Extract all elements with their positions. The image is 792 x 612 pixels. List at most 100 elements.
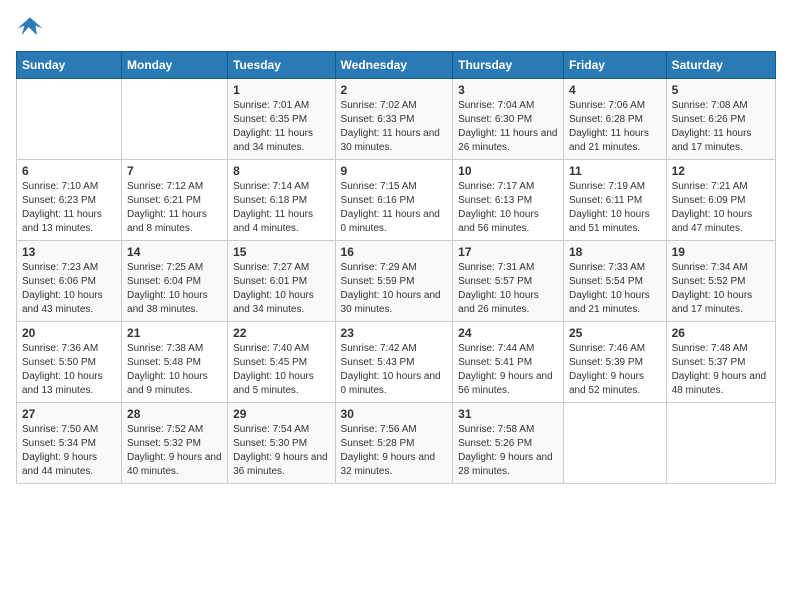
week-row-1: 1 Sunrise: 7:01 AM Sunset: 6:35 PM Dayli… <box>17 79 776 160</box>
day-cell: 24 Sunrise: 7:44 AM Sunset: 5:41 PM Dayl… <box>453 322 564 403</box>
day-info: Sunrise: 7:02 AM Sunset: 6:33 PM Dayligh… <box>341 99 448 155</box>
day-header-monday: Monday <box>122 52 228 79</box>
day-cell: 18 Sunrise: 7:33 AM Sunset: 5:54 PM Dayl… <box>563 241 666 322</box>
day-info: Sunrise: 7:54 AM Sunset: 5:30 PM Dayligh… <box>233 423 329 479</box>
day-number: 6 <box>22 164 116 178</box>
calendar-body: 1 Sunrise: 7:01 AM Sunset: 6:35 PM Dayli… <box>17 79 776 484</box>
day-info: Sunrise: 7:44 AM Sunset: 5:41 PM Dayligh… <box>458 342 558 398</box>
day-cell: 8 Sunrise: 7:14 AM Sunset: 6:18 PM Dayli… <box>228 160 335 241</box>
day-number: 23 <box>341 326 448 340</box>
day-cell: 14 Sunrise: 7:25 AM Sunset: 6:04 PM Dayl… <box>122 241 228 322</box>
day-number: 20 <box>22 326 116 340</box>
day-header-thursday: Thursday <box>453 52 564 79</box>
day-cell: 26 Sunrise: 7:48 AM Sunset: 5:37 PM Dayl… <box>666 322 775 403</box>
day-header-friday: Friday <box>563 52 666 79</box>
day-number: 5 <box>672 83 770 97</box>
day-info: Sunrise: 7:21 AM Sunset: 6:09 PM Dayligh… <box>672 180 770 236</box>
day-info: Sunrise: 7:14 AM Sunset: 6:18 PM Dayligh… <box>233 180 329 236</box>
day-info: Sunrise: 7:34 AM Sunset: 5:52 PM Dayligh… <box>672 261 770 317</box>
day-info: Sunrise: 7:06 AM Sunset: 6:28 PM Dayligh… <box>569 99 661 155</box>
day-info: Sunrise: 7:15 AM Sunset: 6:16 PM Dayligh… <box>341 180 448 236</box>
day-header-sunday: Sunday <box>17 52 122 79</box>
week-row-3: 13 Sunrise: 7:23 AM Sunset: 6:06 PM Dayl… <box>17 241 776 322</box>
day-cell: 2 Sunrise: 7:02 AM Sunset: 6:33 PM Dayli… <box>335 79 453 160</box>
day-info: Sunrise: 7:04 AM Sunset: 6:30 PM Dayligh… <box>458 99 558 155</box>
day-number: 19 <box>672 245 770 259</box>
day-header-tuesday: Tuesday <box>228 52 335 79</box>
day-number: 14 <box>127 245 222 259</box>
day-number: 17 <box>458 245 558 259</box>
day-info: Sunrise: 7:52 AM Sunset: 5:32 PM Dayligh… <box>127 423 222 479</box>
day-info: Sunrise: 7:50 AM Sunset: 5:34 PM Dayligh… <box>22 423 116 479</box>
day-cell: 17 Sunrise: 7:31 AM Sunset: 5:57 PM Dayl… <box>453 241 564 322</box>
week-row-4: 20 Sunrise: 7:36 AM Sunset: 5:50 PM Dayl… <box>17 322 776 403</box>
day-cell: 28 Sunrise: 7:52 AM Sunset: 5:32 PM Dayl… <box>122 403 228 484</box>
header-row: SundayMondayTuesdayWednesdayThursdayFrid… <box>17 52 776 79</box>
day-info: Sunrise: 7:19 AM Sunset: 6:11 PM Dayligh… <box>569 180 661 236</box>
day-cell: 1 Sunrise: 7:01 AM Sunset: 6:35 PM Dayli… <box>228 79 335 160</box>
day-cell <box>122 79 228 160</box>
day-info: Sunrise: 7:17 AM Sunset: 6:13 PM Dayligh… <box>458 180 558 236</box>
week-row-2: 6 Sunrise: 7:10 AM Sunset: 6:23 PM Dayli… <box>17 160 776 241</box>
calendar-table: SundayMondayTuesdayWednesdayThursdayFrid… <box>16 51 776 484</box>
day-number: 18 <box>569 245 661 259</box>
day-number: 25 <box>569 326 661 340</box>
day-cell: 12 Sunrise: 7:21 AM Sunset: 6:09 PM Dayl… <box>666 160 775 241</box>
day-info: Sunrise: 7:48 AM Sunset: 5:37 PM Dayligh… <box>672 342 770 398</box>
day-header-saturday: Saturday <box>666 52 775 79</box>
day-cell: 23 Sunrise: 7:42 AM Sunset: 5:43 PM Dayl… <box>335 322 453 403</box>
day-info: Sunrise: 7:46 AM Sunset: 5:39 PM Dayligh… <box>569 342 661 398</box>
day-number: 11 <box>569 164 661 178</box>
day-cell: 5 Sunrise: 7:08 AM Sunset: 6:26 PM Dayli… <box>666 79 775 160</box>
day-cell: 10 Sunrise: 7:17 AM Sunset: 6:13 PM Dayl… <box>453 160 564 241</box>
day-number: 9 <box>341 164 448 178</box>
day-number: 22 <box>233 326 329 340</box>
day-info: Sunrise: 7:38 AM Sunset: 5:48 PM Dayligh… <box>127 342 222 398</box>
day-info: Sunrise: 7:10 AM Sunset: 6:23 PM Dayligh… <box>22 180 116 236</box>
day-cell: 7 Sunrise: 7:12 AM Sunset: 6:21 PM Dayli… <box>122 160 228 241</box>
day-info: Sunrise: 7:29 AM Sunset: 5:59 PM Dayligh… <box>341 261 448 317</box>
day-cell: 11 Sunrise: 7:19 AM Sunset: 6:11 PM Dayl… <box>563 160 666 241</box>
day-info: Sunrise: 7:25 AM Sunset: 6:04 PM Dayligh… <box>127 261 222 317</box>
day-number: 24 <box>458 326 558 340</box>
day-info: Sunrise: 7:58 AM Sunset: 5:26 PM Dayligh… <box>458 423 558 479</box>
day-number: 31 <box>458 407 558 421</box>
day-info: Sunrise: 7:27 AM Sunset: 6:01 PM Dayligh… <box>233 261 329 317</box>
logo-mark <box>16 16 44 43</box>
day-number: 1 <box>233 83 329 97</box>
day-number: 8 <box>233 164 329 178</box>
day-cell: 29 Sunrise: 7:54 AM Sunset: 5:30 PM Dayl… <box>228 403 335 484</box>
day-info: Sunrise: 7:40 AM Sunset: 5:45 PM Dayligh… <box>233 342 329 398</box>
day-number: 15 <box>233 245 329 259</box>
day-cell: 6 Sunrise: 7:10 AM Sunset: 6:23 PM Dayli… <box>17 160 122 241</box>
day-info: Sunrise: 7:12 AM Sunset: 6:21 PM Dayligh… <box>127 180 222 236</box>
day-number: 27 <box>22 407 116 421</box>
day-number: 3 <box>458 83 558 97</box>
day-cell: 27 Sunrise: 7:50 AM Sunset: 5:34 PM Dayl… <box>17 403 122 484</box>
day-info: Sunrise: 7:23 AM Sunset: 6:06 PM Dayligh… <box>22 261 116 317</box>
day-cell: 31 Sunrise: 7:58 AM Sunset: 5:26 PM Dayl… <box>453 403 564 484</box>
day-number: 16 <box>341 245 448 259</box>
calendar-header: SundayMondayTuesdayWednesdayThursdayFrid… <box>17 52 776 79</box>
day-number: 29 <box>233 407 329 421</box>
day-cell: 13 Sunrise: 7:23 AM Sunset: 6:06 PM Dayl… <box>17 241 122 322</box>
day-info: Sunrise: 7:31 AM Sunset: 5:57 PM Dayligh… <box>458 261 558 317</box>
day-number: 2 <box>341 83 448 97</box>
day-cell: 16 Sunrise: 7:29 AM Sunset: 5:59 PM Dayl… <box>335 241 453 322</box>
day-info: Sunrise: 7:56 AM Sunset: 5:28 PM Dayligh… <box>341 423 448 479</box>
day-cell: 25 Sunrise: 7:46 AM Sunset: 5:39 PM Dayl… <box>563 322 666 403</box>
day-cell <box>666 403 775 484</box>
day-number: 26 <box>672 326 770 340</box>
day-header-wednesday: Wednesday <box>335 52 453 79</box>
day-info: Sunrise: 7:42 AM Sunset: 5:43 PM Dayligh… <box>341 342 448 398</box>
day-cell: 15 Sunrise: 7:27 AM Sunset: 6:01 PM Dayl… <box>228 241 335 322</box>
day-info: Sunrise: 7:08 AM Sunset: 6:26 PM Dayligh… <box>672 99 770 155</box>
day-info: Sunrise: 7:01 AM Sunset: 6:35 PM Dayligh… <box>233 99 329 155</box>
day-cell: 19 Sunrise: 7:34 AM Sunset: 5:52 PM Dayl… <box>666 241 775 322</box>
day-cell: 4 Sunrise: 7:06 AM Sunset: 6:28 PM Dayli… <box>563 79 666 160</box>
day-cell: 21 Sunrise: 7:38 AM Sunset: 5:48 PM Dayl… <box>122 322 228 403</box>
day-cell: 3 Sunrise: 7:04 AM Sunset: 6:30 PM Dayli… <box>453 79 564 160</box>
day-number: 21 <box>127 326 222 340</box>
day-number: 10 <box>458 164 558 178</box>
day-number: 7 <box>127 164 222 178</box>
